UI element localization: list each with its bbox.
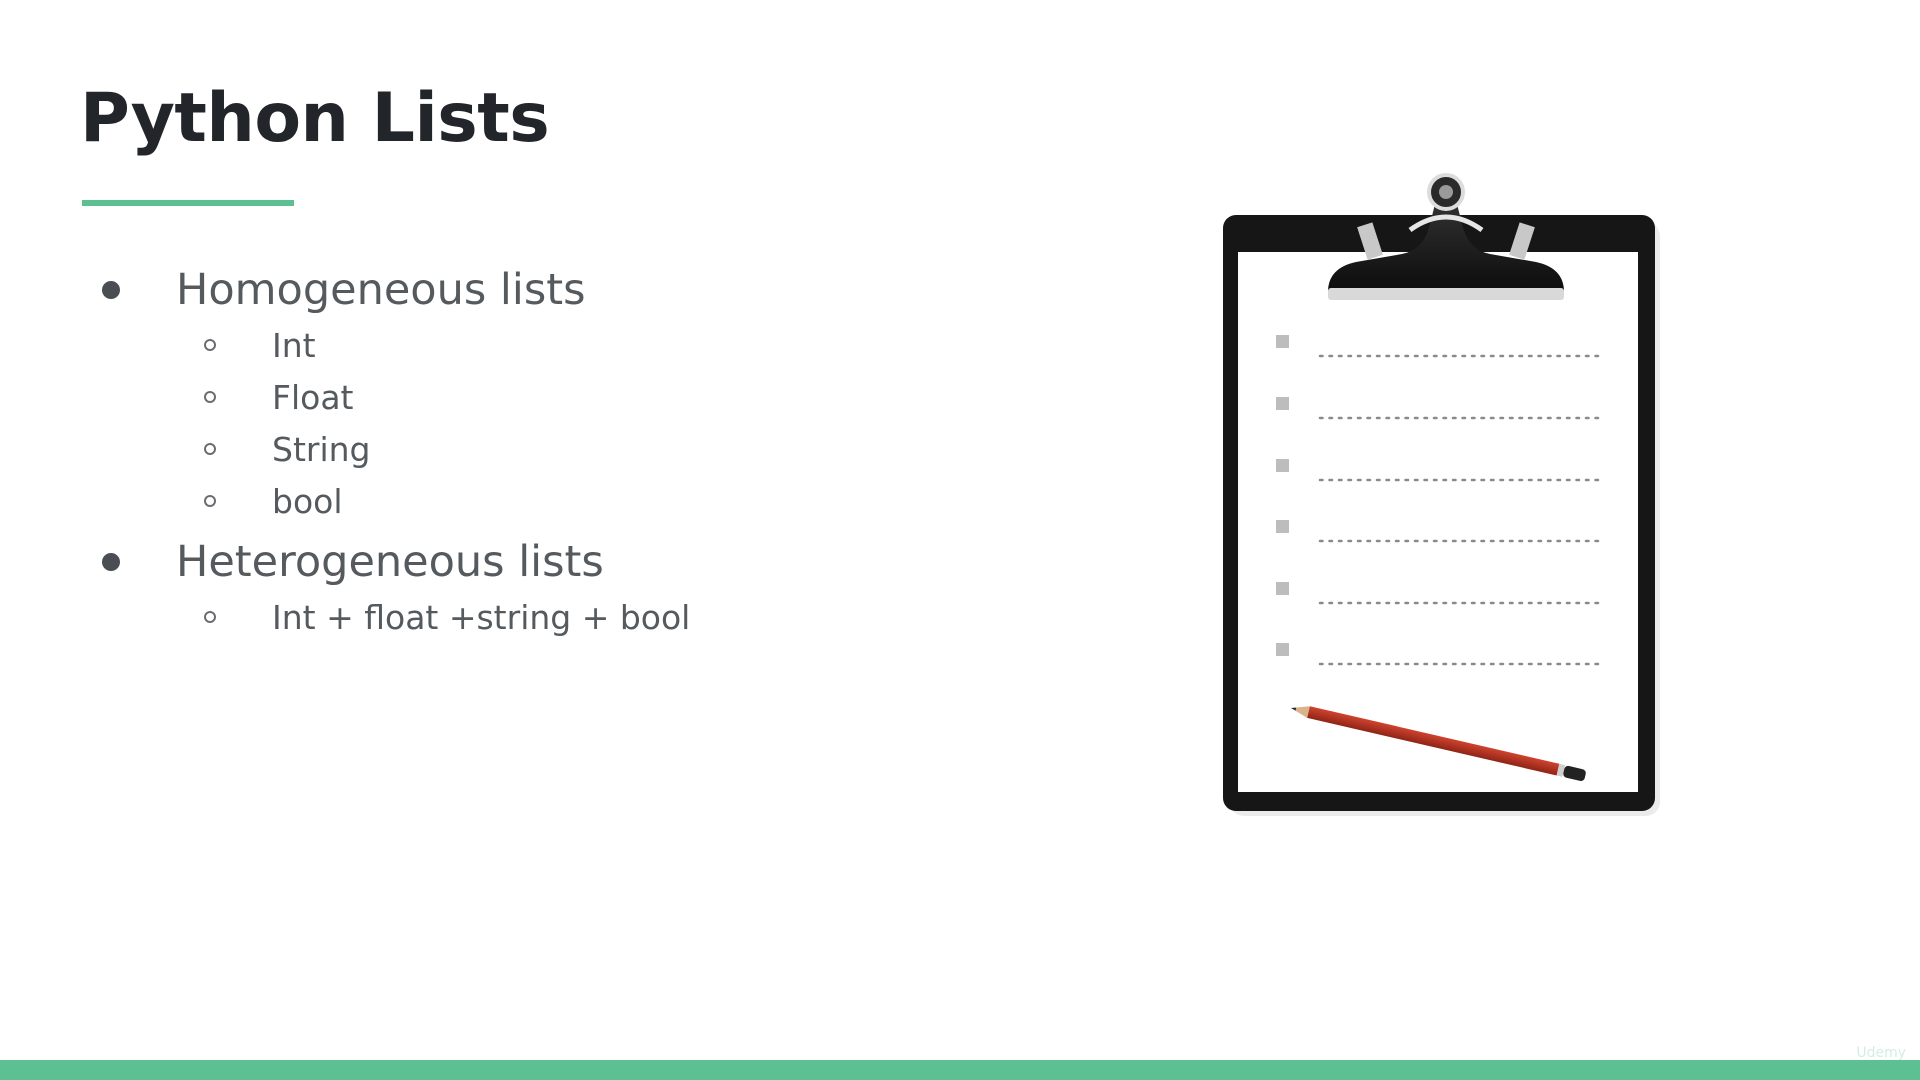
slide-title: Python Lists: [80, 79, 550, 158]
hollow-bullet-icon: [204, 495, 216, 507]
title-underline: [82, 200, 294, 206]
udemy-watermark: Udemy: [1856, 1045, 1906, 1061]
subbullet-label: String: [272, 430, 371, 469]
bullet-homogeneous-lists: Homogeneous lists: [100, 260, 690, 320]
subbullet-label: Int: [272, 326, 316, 365]
subbullet-mixed-types: Int + float +string + bool: [100, 592, 690, 644]
clip-icon: [1328, 173, 1564, 300]
bullet-label: Heterogeneous lists: [176, 537, 604, 587]
hollow-bullet-icon: [204, 443, 216, 455]
hollow-bullet-icon: [204, 391, 216, 403]
bottom-accent-bar: [0, 1060, 1920, 1080]
bullet-heterogeneous-lists: Heterogeneous lists: [100, 532, 690, 592]
subbullet-string: String: [100, 424, 690, 476]
subbullet-int: Int: [100, 320, 690, 372]
bullet-list: Homogeneous lists Int Float String bool …: [100, 260, 690, 644]
subbullet-label: bool: [272, 482, 343, 521]
clipboard-illustration: [1223, 173, 1660, 816]
subbullet-float: Float: [100, 372, 690, 424]
subbullet-label: Float: [272, 378, 354, 417]
slide: Python Lists Homogeneous lists Int Float…: [0, 0, 1920, 1080]
bullet-label: Homogeneous lists: [176, 265, 586, 315]
subbullet-bool: bool: [100, 476, 690, 528]
hollow-bullet-icon: [204, 339, 216, 351]
subbullet-label: Int + float +string + bool: [272, 598, 691, 637]
hollow-bullet-icon: [204, 611, 216, 623]
filled-bullet-icon: [102, 553, 120, 571]
filled-bullet-icon: [102, 281, 120, 299]
